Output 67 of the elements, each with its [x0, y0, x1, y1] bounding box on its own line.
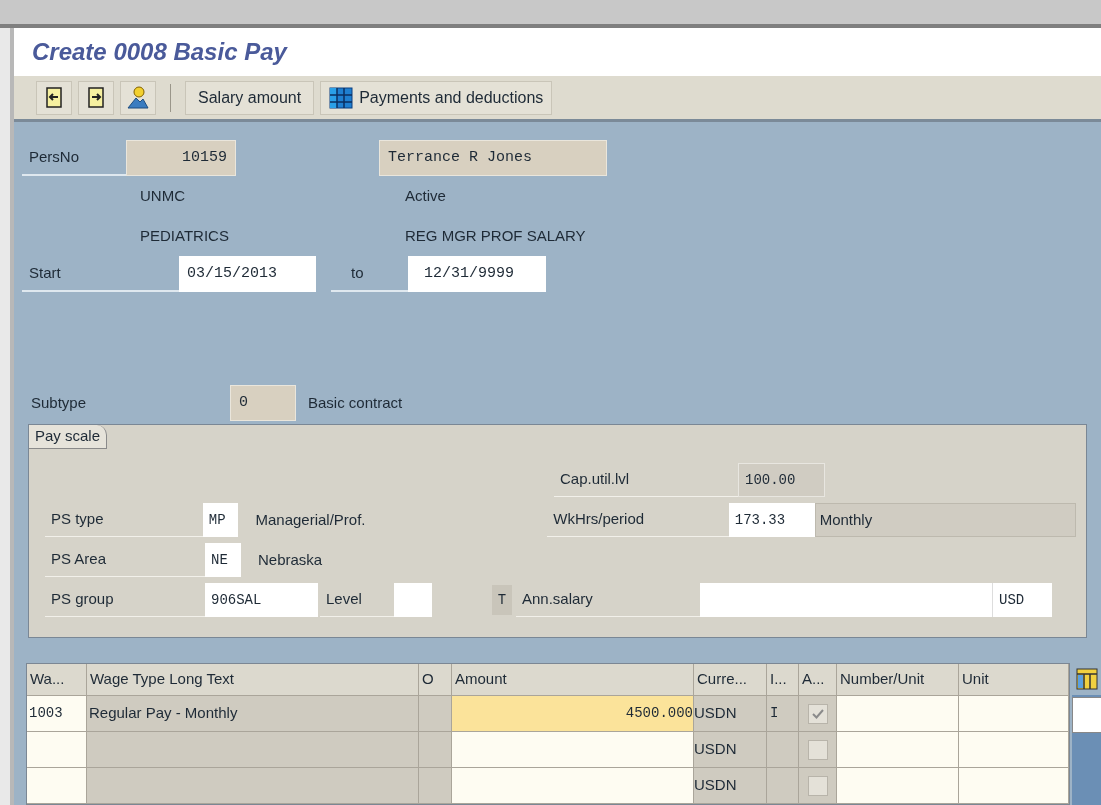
- amount-cell[interactable]: [452, 732, 694, 768]
- amount-cell[interactable]: 4500.000: [452, 696, 694, 732]
- org-text: UNMC: [140, 185, 186, 206]
- column-header[interactable]: I...: [767, 664, 799, 696]
- column-header[interactable]: Unit: [959, 664, 1069, 696]
- name-field[interactable]: Terrance R Jones: [379, 140, 607, 176]
- payments-button[interactable]: Payments and deductions: [320, 80, 553, 115]
- column-header[interactable]: O: [419, 664, 452, 696]
- ps-area-text: Nebraska: [258, 549, 323, 570]
- toolbar-button[interactable]: [78, 80, 114, 115]
- column-header[interactable]: Wage Type Long Text: [87, 664, 419, 696]
- input-cell[interactable]: [837, 696, 959, 732]
- end-date-field[interactable]: 12/31/9999: [408, 256, 546, 292]
- table-cell: USDN: [694, 732, 767, 768]
- table-cell: [419, 732, 452, 768]
- scrollbar[interactable]: [1072, 695, 1101, 805]
- window-title: Create 0008 Basic Pay: [32, 37, 287, 67]
- table-cell: I: [767, 696, 799, 732]
- field-label: PS type: [45, 503, 203, 537]
- next-page-icon: [86, 86, 106, 109]
- column-header[interactable]: Wa...: [27, 664, 87, 696]
- input-cell[interactable]: [959, 768, 1069, 804]
- start-date-field[interactable]: 03/15/2013: [179, 256, 316, 292]
- status-text: Active: [405, 185, 446, 206]
- wage-type-cell[interactable]: [27, 768, 87, 804]
- salary-amount-button[interactable]: Salary amount: [185, 80, 315, 115]
- wage-type-cell[interactable]: [27, 732, 87, 768]
- subtype-text: Basic contract: [308, 392, 403, 413]
- ps-type-text: Managerial/Prof.: [255, 509, 367, 530]
- personnel-number-field[interactable]: 10159: [126, 140, 236, 176]
- ps-area-field[interactable]: NE: [205, 543, 241, 577]
- amount-cell[interactable]: [452, 768, 694, 804]
- field-label: Subtype: [30, 392, 88, 413]
- toolbar-button[interactable]: [36, 80, 72, 115]
- table-cell: USDN: [694, 768, 767, 804]
- table-cell: [419, 768, 452, 804]
- input-cell[interactable]: [959, 732, 1069, 768]
- column-header[interactable]: Curre...: [694, 664, 767, 696]
- previous-page-icon: [44, 86, 64, 109]
- subtype-field[interactable]: 0: [230, 385, 296, 421]
- period-field: Monthly: [814, 503, 1076, 537]
- column-header[interactable]: Amount: [452, 664, 694, 696]
- hours-field[interactable]: 173.33: [728, 503, 815, 537]
- table-cell: USDN: [694, 696, 767, 732]
- group-text: REG MGR PROF SALARY: [405, 225, 586, 246]
- salary-field[interactable]: USD: [700, 583, 1052, 617]
- table-cell: Regular Pay - Monthly: [87, 696, 419, 732]
- input-cell[interactable]: [959, 696, 1069, 732]
- scroll-thumb[interactable]: [1072, 697, 1101, 733]
- table-cell: [419, 696, 452, 732]
- org-text: PEDIATRICS: [140, 225, 230, 246]
- person-icon: [126, 85, 150, 110]
- wage-type-cell[interactable]: 1003: [27, 696, 87, 732]
- column-header[interactable]: A...: [799, 664, 837, 696]
- ps-type-field[interactable]: MP: [202, 503, 239, 537]
- columns-icon: [1076, 668, 1098, 690]
- column-header[interactable]: Number/Unit: [837, 664, 959, 696]
- input-cell[interactable]: [837, 768, 959, 804]
- input-cell[interactable]: [837, 732, 959, 768]
- t-button[interactable]: T: [492, 585, 512, 615]
- currency-text: USD: [992, 583, 1052, 617]
- level-field[interactable]: [394, 583, 432, 617]
- field-label: WkHrs/period: [547, 503, 729, 537]
- ps-group-field[interactable]: 906SAL: [205, 583, 318, 617]
- table-icon: [329, 86, 354, 109]
- toolbar-button[interactable]: [120, 80, 156, 115]
- capacity-field[interactable]: 100.00: [738, 463, 825, 497]
